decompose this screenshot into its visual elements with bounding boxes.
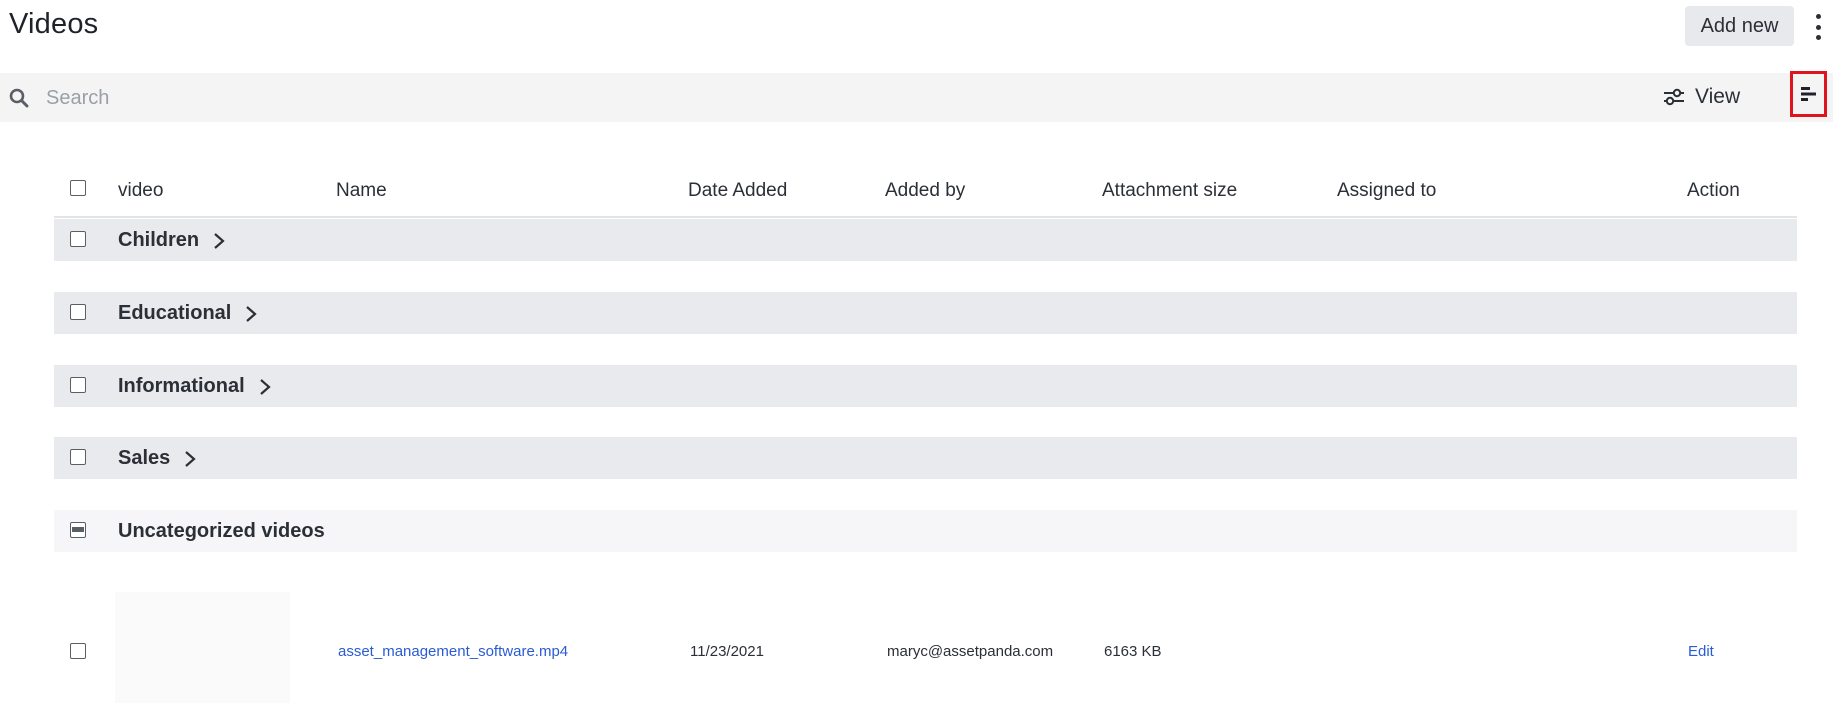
group-row-children[interactable]: Children <box>54 219 1797 261</box>
group-row-uncategorized[interactable]: Uncategorized videos <box>54 510 1797 552</box>
attachment-size-cell: 6163 KB <box>1104 643 1162 660</box>
date-added-cell: 11/23/2021 <box>690 643 764 660</box>
chevron-right-icon <box>259 378 271 395</box>
view-label: View <box>1695 85 1741 108</box>
chevron-right-icon <box>185 450 196 467</box>
added-by-cell: maryc@assetpanda.com <box>887 643 1054 660</box>
sort-lines-icon <box>1800 87 1816 101</box>
group-row-educational[interactable]: Educational <box>54 292 1797 334</box>
select-all-checkbox[interactable] <box>70 180 86 196</box>
search-input[interactable] <box>44 81 1148 116</box>
page-title: Videos <box>9 8 99 40</box>
column-header-date-added[interactable]: Date Added <box>688 180 787 202</box>
group-row-informational[interactable]: Informational <box>54 365 1797 407</box>
group-checkbox[interactable] <box>70 449 86 465</box>
column-header-action[interactable]: Action <box>1687 180 1740 202</box>
column-header-video[interactable]: video <box>118 180 163 202</box>
add-new-button[interactable]: Add new <box>1685 6 1794 46</box>
column-header-name[interactable]: Name <box>336 180 387 202</box>
group-checkbox[interactable] <box>70 304 86 320</box>
search-bar: View <box>0 73 1833 122</box>
group-checkbox-indeterminate[interactable] <box>70 522 86 538</box>
video-name-link[interactable]: asset_management_software.mp4 <box>338 643 568 660</box>
group-label: Educational <box>118 302 258 325</box>
group-label: Informational <box>118 375 271 398</box>
group-label: Children <box>118 229 225 252</box>
column-header-added-by[interactable]: Added by <box>885 180 965 202</box>
group-row-sales[interactable]: Sales <box>54 437 1797 479</box>
edit-link[interactable]: Edit <box>1688 643 1714 660</box>
sliders-icon <box>1664 88 1684 106</box>
column-header-attachment-size[interactable]: Attachment size <box>1102 180 1237 202</box>
group-checkbox[interactable] <box>70 377 86 393</box>
more-options-icon[interactable] <box>1810 14 1826 40</box>
group-label: Sales <box>118 447 196 470</box>
row-checkbox[interactable] <box>70 643 86 659</box>
header-divider <box>54 216 1797 218</box>
search-icon <box>9 88 29 108</box>
video-thumbnail[interactable] <box>115 592 290 703</box>
view-button[interactable]: View <box>1663 83 1740 111</box>
column-header-assigned-to[interactable]: Assigned to <box>1337 180 1436 202</box>
group-checkbox[interactable] <box>70 231 86 247</box>
chevron-right-icon <box>246 305 258 322</box>
group-label: Uncategorized videos <box>118 520 325 542</box>
sort-button[interactable] <box>1790 71 1827 117</box>
chevron-right-icon <box>214 232 225 249</box>
